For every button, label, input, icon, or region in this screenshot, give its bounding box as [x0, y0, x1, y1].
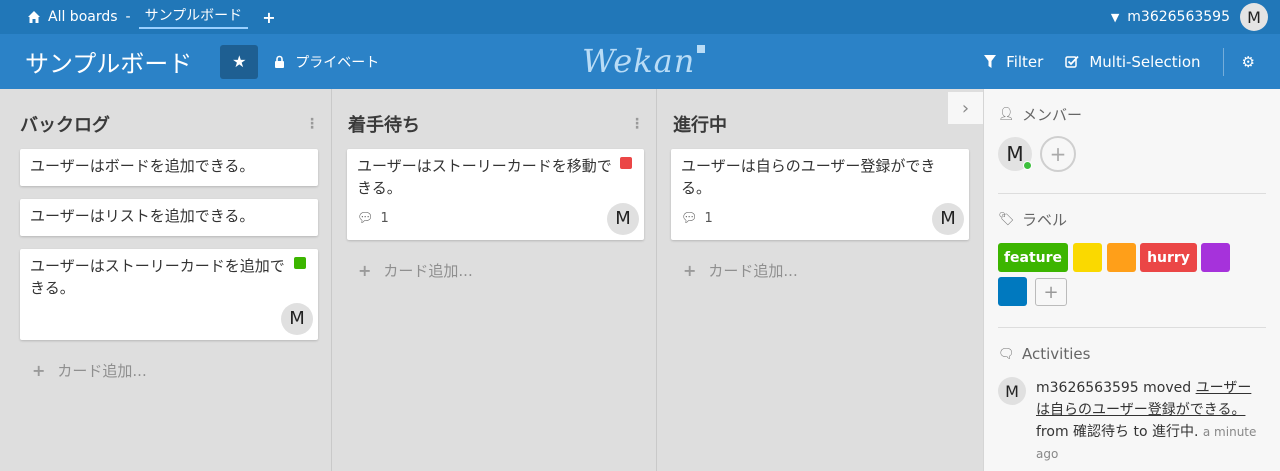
activity-entry: m3626563595 moved ユーザーは自らのユーザー登録ができる。 fr…	[1036, 377, 1258, 465]
user-menu[interactable]: ▼ m3626563595 M	[1111, 0, 1268, 34]
label-orange[interactable]	[1107, 243, 1136, 272]
add-card-button[interactable]: + カード追加...	[683, 260, 798, 281]
add-card-button[interactable]: + カード追加...	[32, 360, 147, 381]
card-title: ユーザーはストーリーカードを追加できる。	[30, 257, 285, 297]
label-feature[interactable]: feature	[998, 243, 1068, 272]
add-card-button[interactable]: + カード追加...	[358, 260, 473, 281]
labels-heading: 🏷︎ ラベル	[998, 211, 1068, 229]
add-label-button[interactable]: +	[1035, 278, 1067, 306]
label-blue[interactable]	[998, 277, 1027, 306]
add-card-label: カード追加...	[57, 362, 147, 380]
list-title[interactable]: 着手待ち	[348, 111, 420, 137]
all-boards-link[interactable]: All boards	[27, 9, 118, 25]
plus-icon: +	[683, 261, 697, 280]
sidebar: 👤︎ メンバー M + 🏷︎ ラベル feature hurry + 🗨︎ Ac…	[983, 89, 1280, 471]
card-label-red	[620, 157, 632, 169]
gear-icon[interactable]: ⚙	[1242, 53, 1255, 71]
divider	[998, 193, 1266, 194]
card-title: ユーザーはストーリーカードを移動できる。	[357, 157, 612, 197]
online-status-dot	[1023, 161, 1032, 170]
card-member-avatar[interactable]: M	[607, 203, 639, 235]
comments-icon: 🗨︎	[998, 346, 1015, 362]
card[interactable]: ユーザーは自らのユーザー登録ができる。 💬︎ 1 M	[671, 149, 969, 240]
card-member-avatar[interactable]: M	[932, 203, 964, 235]
card[interactable]: ユーザーはストーリーカードを追加できる。 M	[20, 249, 318, 340]
board-title[interactable]: サンプルボード	[25, 44, 192, 79]
all-boards-label: All boards	[48, 9, 118, 25]
comment-icon: 💬︎	[357, 211, 374, 226]
username: m3626563595	[1127, 9, 1230, 25]
card[interactable]: ユーザーはストーリーカードを移動できる。 💬︎ 1 M	[347, 149, 644, 240]
current-board-tab[interactable]: サンプルボード	[138, 5, 249, 29]
sidebar-toggle-chevron-icon[interactable]: ›	[948, 92, 983, 124]
card-title: ユーザーは自らのユーザー登録ができる。	[681, 157, 936, 197]
star-icon[interactable]: ★	[220, 44, 259, 79]
home-icon	[28, 11, 40, 23]
lists-area: バックログ ⋮ ユーザーはボードを追加できる。 ユーザーはリストを追加できる。 …	[0, 89, 983, 471]
card-comments-badge: 💬︎ 1	[681, 208, 713, 230]
card-member-avatar[interactable]: M	[281, 303, 313, 335]
filter-icon	[984, 55, 997, 68]
label-hurry[interactable]: hurry	[1140, 243, 1197, 272]
card-title: ユーザーはリストを追加できる。	[30, 207, 255, 225]
lock-icon	[275, 55, 285, 68]
activities-heading: 🗨︎ Activities	[998, 345, 1091, 363]
board-header: サンプルボード ★ プライベート Wekan Filter Multi-Sele…	[0, 34, 1280, 89]
activity-user[interactable]: m3626563595	[1036, 380, 1139, 396]
visibility-label: プライベート	[295, 54, 380, 71]
card-title: ユーザーはボードを追加できる。	[30, 157, 255, 175]
filter-label: Filter	[1006, 52, 1044, 71]
filter-button[interactable]: Filter	[984, 53, 1043, 71]
activity-avatar[interactable]: M	[998, 377, 1026, 405]
activity-from-to: from 確認待ち to 進行中.	[1036, 424, 1199, 440]
plus-icon: +	[358, 261, 372, 280]
list-waiting: 着手待ち ⋮ ユーザーはストーリーカードを移動できる。 💬︎ 1 M + カード追…	[333, 89, 657, 471]
visibility-button[interactable]: プライベート	[274, 52, 379, 72]
card-label-green	[294, 257, 306, 269]
plus-icon: +	[32, 361, 46, 380]
plus-icon[interactable]: +	[262, 8, 275, 27]
chevron-down-icon: ▼	[1110, 10, 1120, 24]
checkbox-icon	[1065, 55, 1079, 68]
member-avatar[interactable]: M	[998, 137, 1032, 171]
list-backlog: バックログ ⋮ ユーザーはボードを追加できる。 ユーザーはリストを追加できる。 …	[0, 89, 332, 471]
card-comments-badge: 💬︎ 1	[357, 208, 389, 230]
divider	[998, 327, 1266, 328]
list-title[interactable]: 進行中	[673, 111, 727, 137]
label-yellow[interactable]	[1073, 243, 1102, 272]
add-member-button[interactable]: +	[1040, 136, 1076, 172]
wekan-logo: Wekan	[582, 42, 706, 80]
multi-selection-label: Multi-Selection	[1089, 52, 1201, 71]
label-purple[interactable]	[1201, 243, 1230, 272]
members-heading: 👤︎ メンバー	[998, 106, 1083, 124]
list-menu-icon[interactable]: ⋮	[630, 117, 644, 131]
list-title[interactable]: バックログ	[20, 111, 110, 137]
comment-icon: 💬︎	[681, 211, 698, 226]
add-card-label: カード追加...	[708, 262, 798, 280]
avatar[interactable]: M	[1240, 3, 1268, 31]
top-header: All boards - サンプルボード + ▼ m3626563595 M	[0, 0, 1280, 34]
list-in-progress: 進行中 ユーザーは自らのユーザー登録ができる。 💬︎ 1 M + カード追加...	[658, 89, 983, 471]
header-divider	[1222, 47, 1224, 76]
activity-verb: moved	[1138, 380, 1196, 396]
multi-selection-button[interactable]: Multi-Selection	[1065, 52, 1201, 71]
card[interactable]: ユーザーはボードを追加できる。	[20, 149, 318, 186]
add-card-label: カード追加...	[383, 262, 473, 280]
breadcrumb-separator: -	[125, 9, 131, 25]
user-icon: 👤︎	[998, 107, 1015, 122]
list-menu-icon[interactable]: ⋮	[305, 117, 319, 131]
card[interactable]: ユーザーはリストを追加できる。	[20, 199, 318, 236]
tags-icon: 🏷︎	[998, 212, 1015, 227]
